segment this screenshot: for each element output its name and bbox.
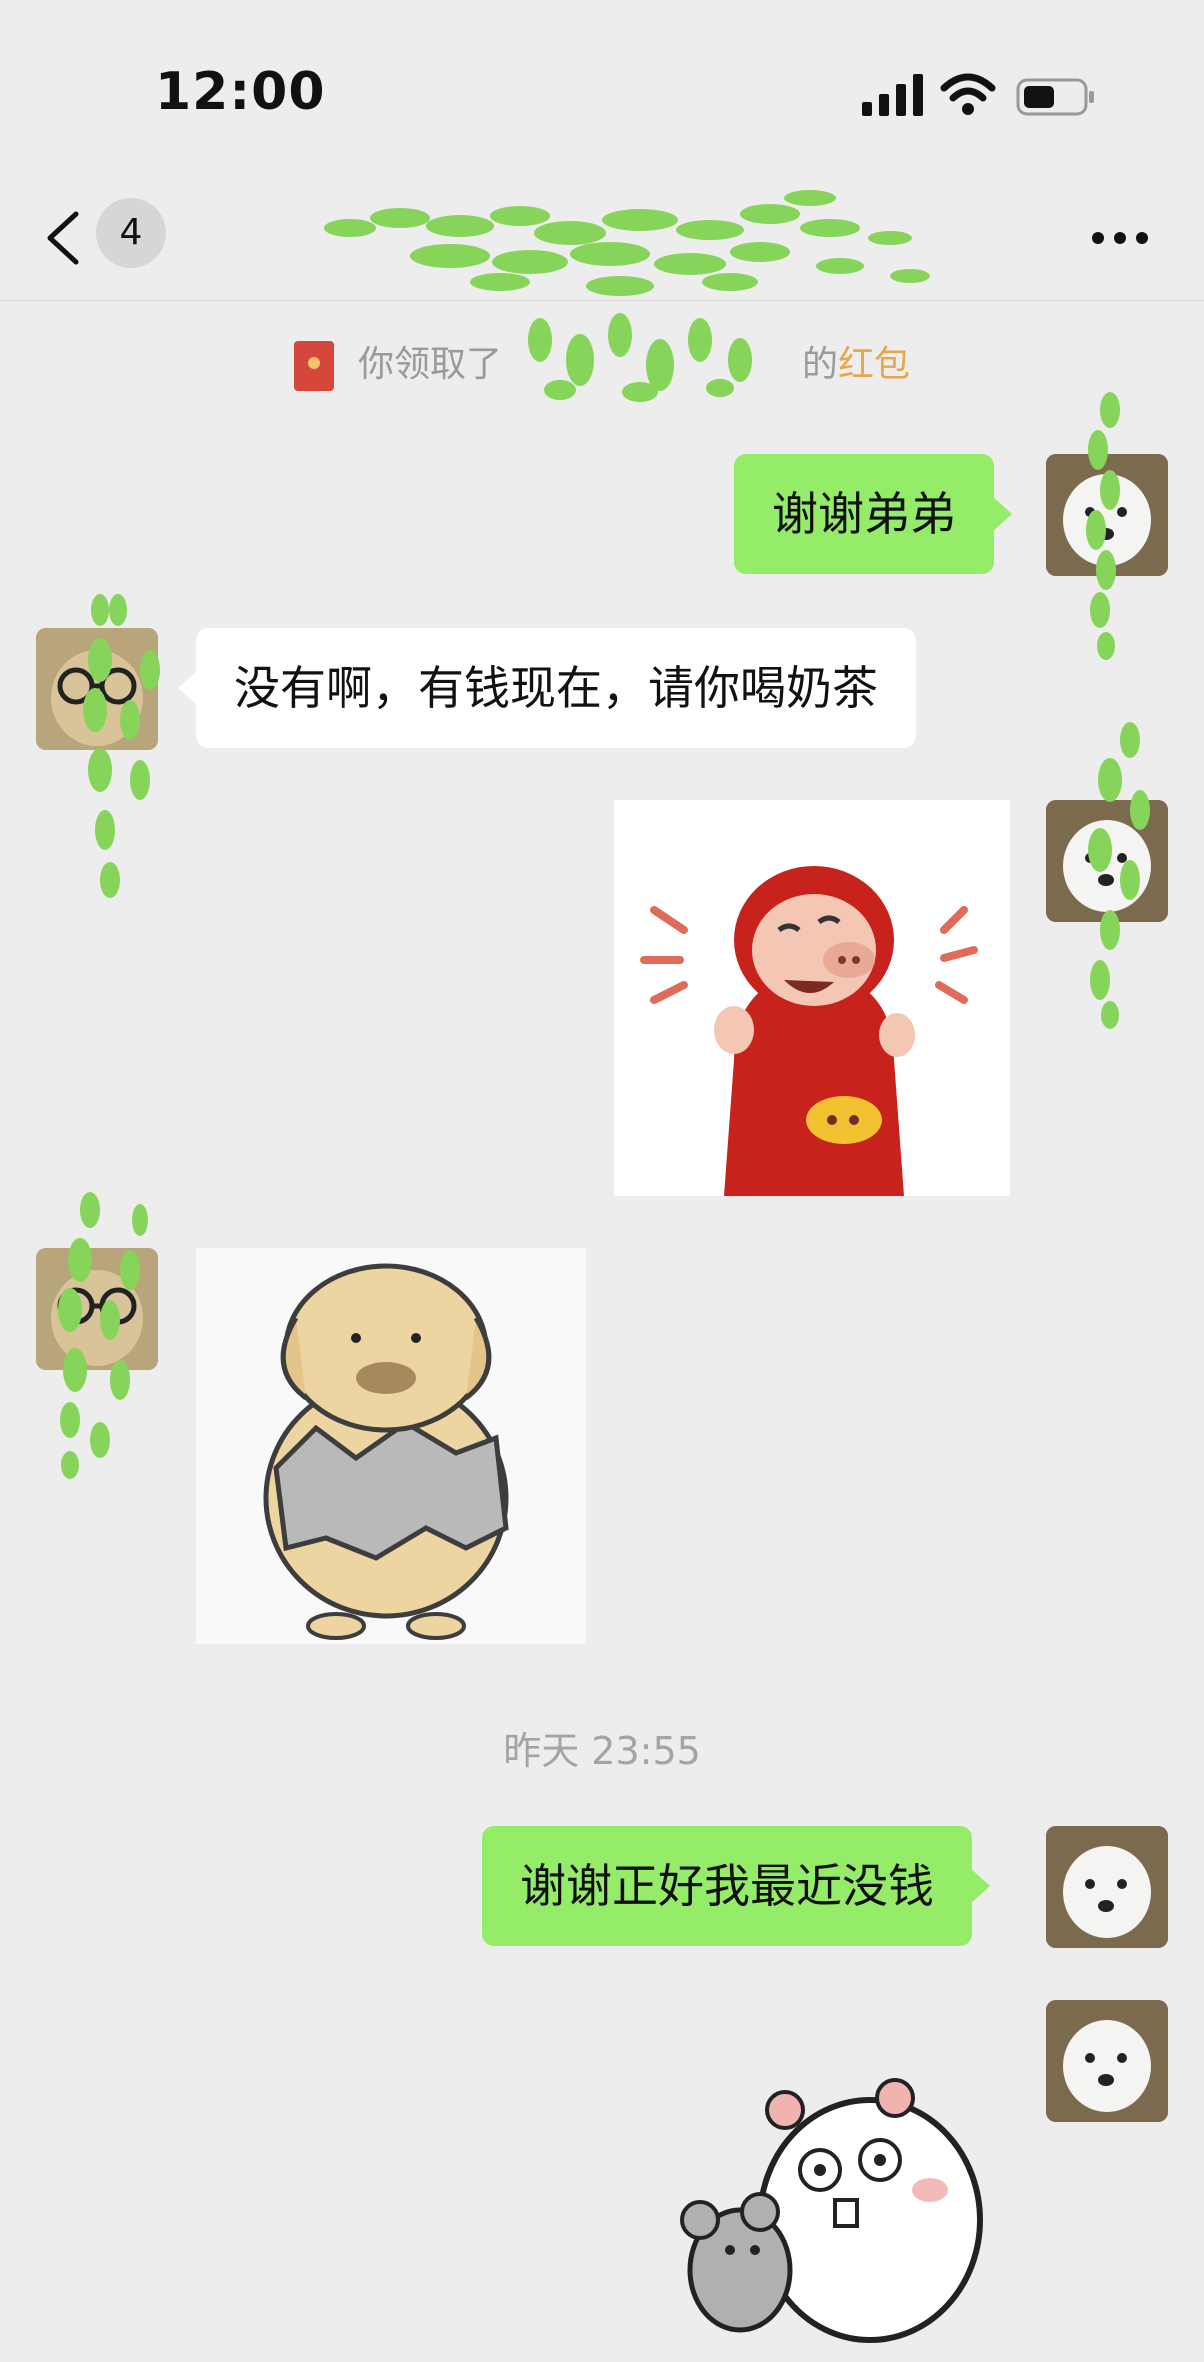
status-time: 12:00: [155, 62, 326, 122]
hamster-sticker[interactable]: [680, 2070, 1000, 2358]
avatar-friend[interactable]: [36, 1248, 158, 1370]
message-timestamp: 昨天 23:55: [503, 1729, 701, 1773]
dog-avatar-image: [1046, 1826, 1168, 1948]
red-packet-icon: [293, 341, 334, 391]
battery-icon: [1016, 78, 1094, 116]
dog-avatar-image: [1046, 454, 1168, 576]
notice-prefix: 你领取了: [357, 344, 502, 385]
avatar-self[interactable]: [1046, 1826, 1168, 1948]
message-bubble-outgoing[interactable]: 谢谢正好我最近没钱: [482, 1826, 990, 1946]
back-chevron-icon[interactable]: [40, 208, 86, 268]
red-packet-notice: 你领取了 的红包: [0, 335, 1204, 395]
pig-sticker[interactable]: [614, 800, 1010, 1196]
pig-sticker-image: [614, 800, 1010, 1196]
unread-count-badge[interactable]: 4: [96, 198, 166, 268]
message-bubble-outgoing[interactable]: 谢谢弟弟: [734, 454, 1012, 574]
chat-navbar: 4: [0, 168, 1204, 301]
friend-avatar-image: [36, 628, 158, 750]
message-text: 谢谢正好我最近没钱: [520, 1859, 934, 1913]
message-text: 没有啊，有钱现在，请你喝奶茶: [234, 661, 878, 715]
avatar-self[interactable]: [1046, 2000, 1168, 2122]
dog-sticker-image: [196, 1248, 586, 1644]
dog-avatar-image: [1046, 2000, 1168, 2122]
message-text: 谢谢弟弟: [772, 487, 956, 541]
dog-avatar-image: [1046, 800, 1168, 922]
message-bubble-incoming[interactable]: 没有啊，有钱现在，请你喝奶茶: [178, 628, 916, 748]
dog-sticker[interactable]: [196, 1248, 586, 1644]
avatar-self[interactable]: [1046, 454, 1168, 576]
avatar-self[interactable]: [1046, 800, 1168, 922]
chat-title: [330, 202, 870, 272]
more-dots-icon[interactable]: [1090, 228, 1150, 248]
friend-avatar-image: [36, 1248, 158, 1370]
avatar-friend[interactable]: [36, 628, 158, 750]
signal-icon: [862, 74, 923, 116]
wifi-icon: [940, 73, 996, 115]
notice-suffix: 的: [801, 344, 838, 385]
hamster-sticker-image: [680, 2078, 983, 2343]
red-packet-link[interactable]: 红包: [838, 344, 910, 385]
